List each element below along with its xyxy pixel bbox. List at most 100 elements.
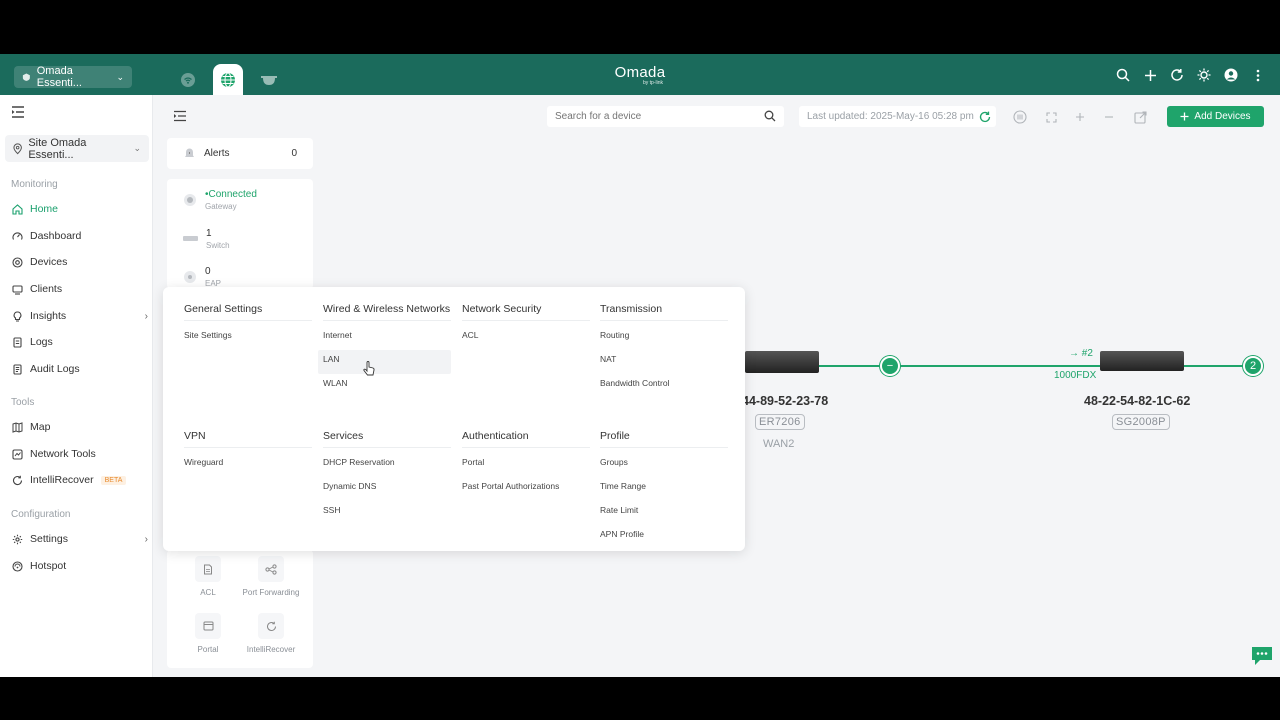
sidebar-item-clients[interactable]: Clients [12,279,148,299]
link-speed-label: 1000FDX [1054,370,1097,381]
menu-item-rate-limit[interactable]: Rate Limit [600,501,728,525]
gateway-port-label: WAN2 [763,438,795,450]
wireless-view-tab[interactable] [173,66,203,94]
menu-item-time-range[interactable]: Time Range [600,477,728,501]
zoom-out-icon[interactable] [1100,108,1118,126]
sidebar-item-audit-logs[interactable]: Audit Logs [12,359,148,379]
section-configuration: Configuration [11,509,71,520]
sidebar-collapse-icon[interactable] [10,105,26,119]
chevron-right-icon: › [144,533,148,545]
dashboard-icon [12,231,23,240]
sidebar: Site Omada Essenti... ⌄ Monitoring Home … [0,95,153,677]
device-search[interactable] [547,106,784,127]
gateway-device-image[interactable] [745,351,819,373]
gateway-status-text: Connected [208,189,257,200]
sidebar-item-home[interactable]: Home [12,199,148,219]
sidebar-item-label: Dashboard [30,230,82,242]
menu-item-groups[interactable]: Groups [600,453,728,477]
sidebar-item-label: Hotspot [30,560,67,572]
sidebar-item-hotspot[interactable]: Hotspot [12,556,148,576]
search-icon[interactable] [1115,66,1131,84]
device-count-badge[interactable]: 2 [1243,356,1263,376]
quick-action-portal[interactable]: Portal [173,613,243,654]
switch-count: 1 [206,228,212,239]
more-vertical-icon[interactable] [1250,66,1266,84]
quick-action-label: Port Forwarding [242,588,300,597]
section-monitoring: Monitoring [11,179,58,190]
menu-item-acl[interactable]: ACL [462,326,590,350]
quick-action-port-forwarding[interactable]: Port Forwarding [236,556,306,597]
panel-collapse-icon[interactable] [173,110,187,122]
menu-heading: General Settings [184,301,312,321]
sidebar-item-insights[interactable]: Insights › [12,306,148,326]
menu-item-past-portal-authorizations[interactable]: Past Portal Authorizations [462,477,590,501]
menu-item-wireguard[interactable]: Wireguard [184,453,312,477]
quick-action-acl[interactable]: ACL [173,556,243,597]
menu-heading: Profile [600,428,728,448]
quick-action-label: IntelliRecover [246,645,296,654]
switch-mac[interactable]: 48-22-54-82-1C-62 [1084,394,1190,408]
sidebar-item-label: Logs [30,336,53,348]
menu-item-apn-profile[interactable]: APN Profile [600,525,728,549]
beta-badge: BETA [100,475,127,485]
theme-sun-icon[interactable] [1196,66,1212,84]
sidebar-item-logs[interactable]: Logs [12,332,148,352]
sidebar-item-intellirecover[interactable]: IntelliRecover BETA [12,470,148,490]
alerts-card[interactable]: Alerts 0 [167,138,313,169]
gateway-status[interactable]: •Connected Gateway [183,189,257,212]
menu-item-internet[interactable]: Internet [323,326,451,350]
refresh-icon[interactable] [1169,66,1185,84]
site-switcher[interactable]: Omada Essenti... ⌄ [14,65,132,89]
fullscreen-icon[interactable] [1042,108,1060,126]
avatar[interactable] [1223,66,1239,84]
refresh-icon[interactable] [979,111,991,123]
menu-item-site-settings[interactable]: Site Settings [184,326,312,350]
chat-support-icon[interactable] [1250,645,1274,667]
site-select-label: Site Omada Essenti... [28,136,87,161]
sidebar-item-map[interactable]: Map [12,417,148,437]
quick-action-intellirecover[interactable]: IntelliRecover [236,613,306,654]
collapse-node-button[interactable]: − [880,356,900,376]
top-bar: Omada Essenti... ⌄ Omada by tp-link [0,54,1280,95]
switch-status[interactable]: 1 Switch [183,228,230,251]
map-icon [12,421,23,433]
port-view-icon[interactable] [1011,108,1029,126]
menu-item-routing[interactable]: Routing [600,326,728,350]
eap-status[interactable]: 0 EAP [183,266,221,289]
menu-item-dhcp-reservation[interactable]: DHCP Reservation [323,453,451,477]
search-input[interactable] [555,111,755,122]
menu-item-bandwidth-control[interactable]: Bandwidth Control [600,374,728,398]
sidebar-item-devices[interactable]: Devices [12,252,148,272]
add-devices-button[interactable]: Add Devices [1167,106,1264,127]
section-tools: Tools [11,397,35,408]
eap-icon [184,271,196,283]
menu-item-nat[interactable]: NAT [600,350,728,374]
zoom-in-icon[interactable] [1071,108,1089,126]
quick-action-label: ACL [200,588,216,597]
menu-item-ssh[interactable]: SSH [323,501,451,525]
plus-icon[interactable] [1142,66,1158,84]
chevron-right-icon: › [144,310,148,322]
menu-item-wlan[interactable]: WLAN [323,374,451,398]
quick-actions-card: ACL Port Forwarding Portal IntelliRecove… [167,550,313,668]
menu-item-portal[interactable]: Portal [462,453,590,477]
camera-view-tab[interactable] [254,66,284,94]
export-icon[interactable] [1131,108,1149,126]
sidebar-item-dashboard[interactable]: Dashboard [12,226,148,246]
sidebar-item-network-tools[interactable]: Network Tools [12,444,148,464]
switch-device-image[interactable] [1100,351,1184,371]
gateway-mac[interactable]: 44-89-52-23-78 [742,394,828,408]
switch-model-tag: SG2008P [1112,414,1170,430]
plus-icon [1180,112,1189,121]
sidebar-item-settings[interactable]: Settings › [12,529,148,549]
menu-item-lan[interactable]: LAN [318,350,451,374]
menu-item-dynamic-dns[interactable]: Dynamic DNS [323,477,451,501]
site-select[interactable]: Site Omada Essenti... ⌄ [5,135,149,162]
device-count: 2 [1249,360,1257,372]
menu-col-wired-wireless: Wired & Wireless Networks Internet LAN W… [318,301,451,398]
top-actions [1115,66,1266,84]
network-view-tab[interactable] [213,64,243,95]
hotspot-icon [12,560,23,572]
search-icon[interactable] [764,110,776,122]
last-updated: Last updated: 2025-May-16 05:28 pm [799,106,996,127]
